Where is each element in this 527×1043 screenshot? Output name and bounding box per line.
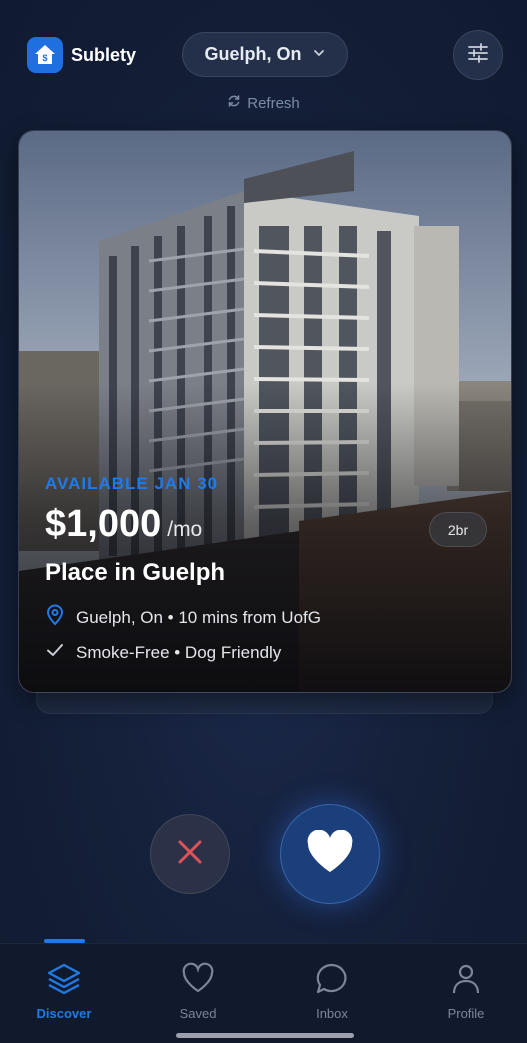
listing-features-row: Smoke-Free • Dog Friendly [45,640,281,665]
location-selector[interactable]: Guelph, On [182,32,348,77]
listing-card[interactable]: AVAILABLE JAN 30 $1,000 /mo 2br Place in… [18,130,512,693]
sliders-icon [466,41,490,70]
house-logo-icon: $ [27,37,63,73]
check-icon [45,640,65,665]
heart-icon [306,829,354,879]
app-name: Sublety [71,44,137,65]
close-icon [175,837,205,872]
listing-location-text: Guelph, On • 10 mins from UofG [76,607,321,627]
refresh-icon [227,94,241,112]
listing-price: $1,000 [45,503,162,545]
nav-label-discover: Discover [36,1006,92,1021]
chat-bubble-icon [315,962,349,999]
nav-item-profile[interactable]: Profile [421,962,511,1021]
chevron-down-icon [312,44,326,65]
listing-title: Place in Guelph [45,559,226,586]
like-button[interactable] [280,804,380,904]
person-icon [449,962,483,999]
listing-location-row: Guelph, On • 10 mins from UofG [45,604,321,631]
availability-label: AVAILABLE JAN 30 [45,474,219,493]
layers-icon [46,962,82,999]
svg-text:$: $ [42,53,47,63]
filter-button[interactable] [453,30,503,80]
app-logo[interactable]: $ Sublety [27,37,136,73]
price-period: /mo [167,518,203,541]
nav-item-saved[interactable]: Saved [153,962,243,1021]
location-label: Guelph, On [204,44,302,64]
bedrooms-badge: 2br [429,512,487,547]
map-pin-icon [45,604,65,631]
nav-label-profile: Profile [447,1006,485,1021]
dislike-button[interactable] [150,814,230,894]
nav-label-inbox: Inbox [316,1006,348,1021]
heart-outline-icon [181,962,215,999]
nav-item-discover[interactable]: Discover [19,962,109,1021]
listing-features-text: Smoke-Free • Dog Friendly [76,642,282,662]
refresh-label: Refresh [247,94,300,112]
nav-label-saved: Saved [179,1006,217,1021]
home-indicator [176,1033,354,1038]
nav-item-inbox[interactable]: Inbox [287,962,377,1021]
refresh-button[interactable]: Refresh [0,94,527,112]
price-row: $1,000 /mo [45,503,202,546]
